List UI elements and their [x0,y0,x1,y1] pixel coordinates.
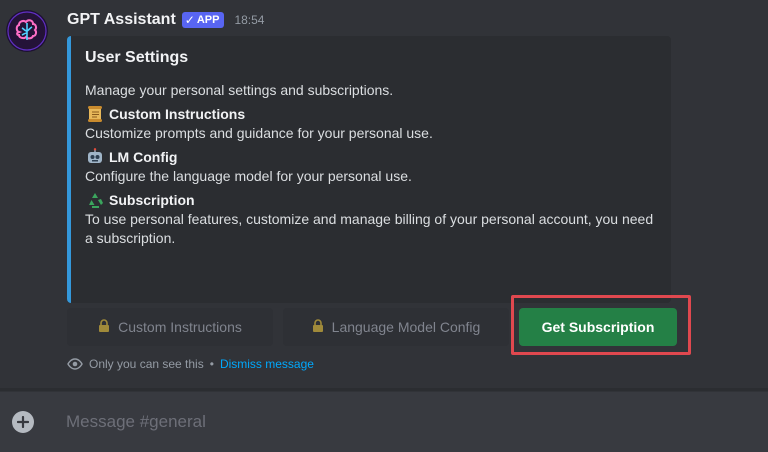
ephemeral-notice: Only you can see this • Dismiss message [67,356,314,372]
section-title: Custom Instructions [109,106,246,122]
button-label: Language Model Config [331,319,481,335]
ephemeral-text: Only you can see this [89,357,204,371]
section-text: Configure the language model for your pe… [85,168,412,184]
lm-config-button[interactable]: Language Model Config [283,308,509,346]
recycle-icon [85,190,105,210]
embed-description: Manage your personal settings and subscr… [85,82,394,98]
custom-instructions-button[interactable]: Custom Instructions [67,308,273,346]
verified-check-icon: ✓ [184,13,195,27]
button-label: Custom Instructions [118,319,242,335]
highlight-annotation [511,295,691,355]
settings-embed: User Settings Manage your personal setti… [67,36,671,303]
divider [0,388,768,391]
section-subscription: Subscription To use personal features, c… [85,190,657,248]
section-lm-config: LM Config Configure the language model f… [85,147,657,186]
eye-icon [67,358,83,370]
section-custom-instructions: Custom Instructions Customize prompts an… [85,104,657,143]
message-composer [0,392,768,452]
message-header: GPT Assistant ✓ APP 18:54 [67,9,264,31]
dismiss-message-link[interactable]: Dismiss message [220,357,314,371]
add-attachment-button[interactable] [12,411,34,433]
plus-icon [17,416,29,428]
separator: • [209,357,214,371]
author-name[interactable]: GPT Assistant [67,11,176,29]
message-input[interactable] [66,410,746,434]
robot-icon [85,147,105,167]
section-title: Subscription [109,192,195,208]
app-badge-label: APP [196,14,220,26]
bot-message: GPT Assistant ✓ APP 18:54 User Settings … [0,0,768,390]
timestamp[interactable]: 18:54 [234,13,264,27]
embed-title: User Settings [85,49,189,66]
bot-avatar[interactable] [6,10,48,52]
brain-icon [7,11,47,51]
section-title: LM Config [109,149,178,165]
section-text: Customize prompts and guidance for your … [85,125,433,141]
app-badge: ✓ APP [181,12,225,28]
section-text: To use personal features, customize and … [85,211,654,246]
lock-icon [98,318,110,336]
scroll-icon [85,104,105,124]
lock-icon [312,318,324,336]
